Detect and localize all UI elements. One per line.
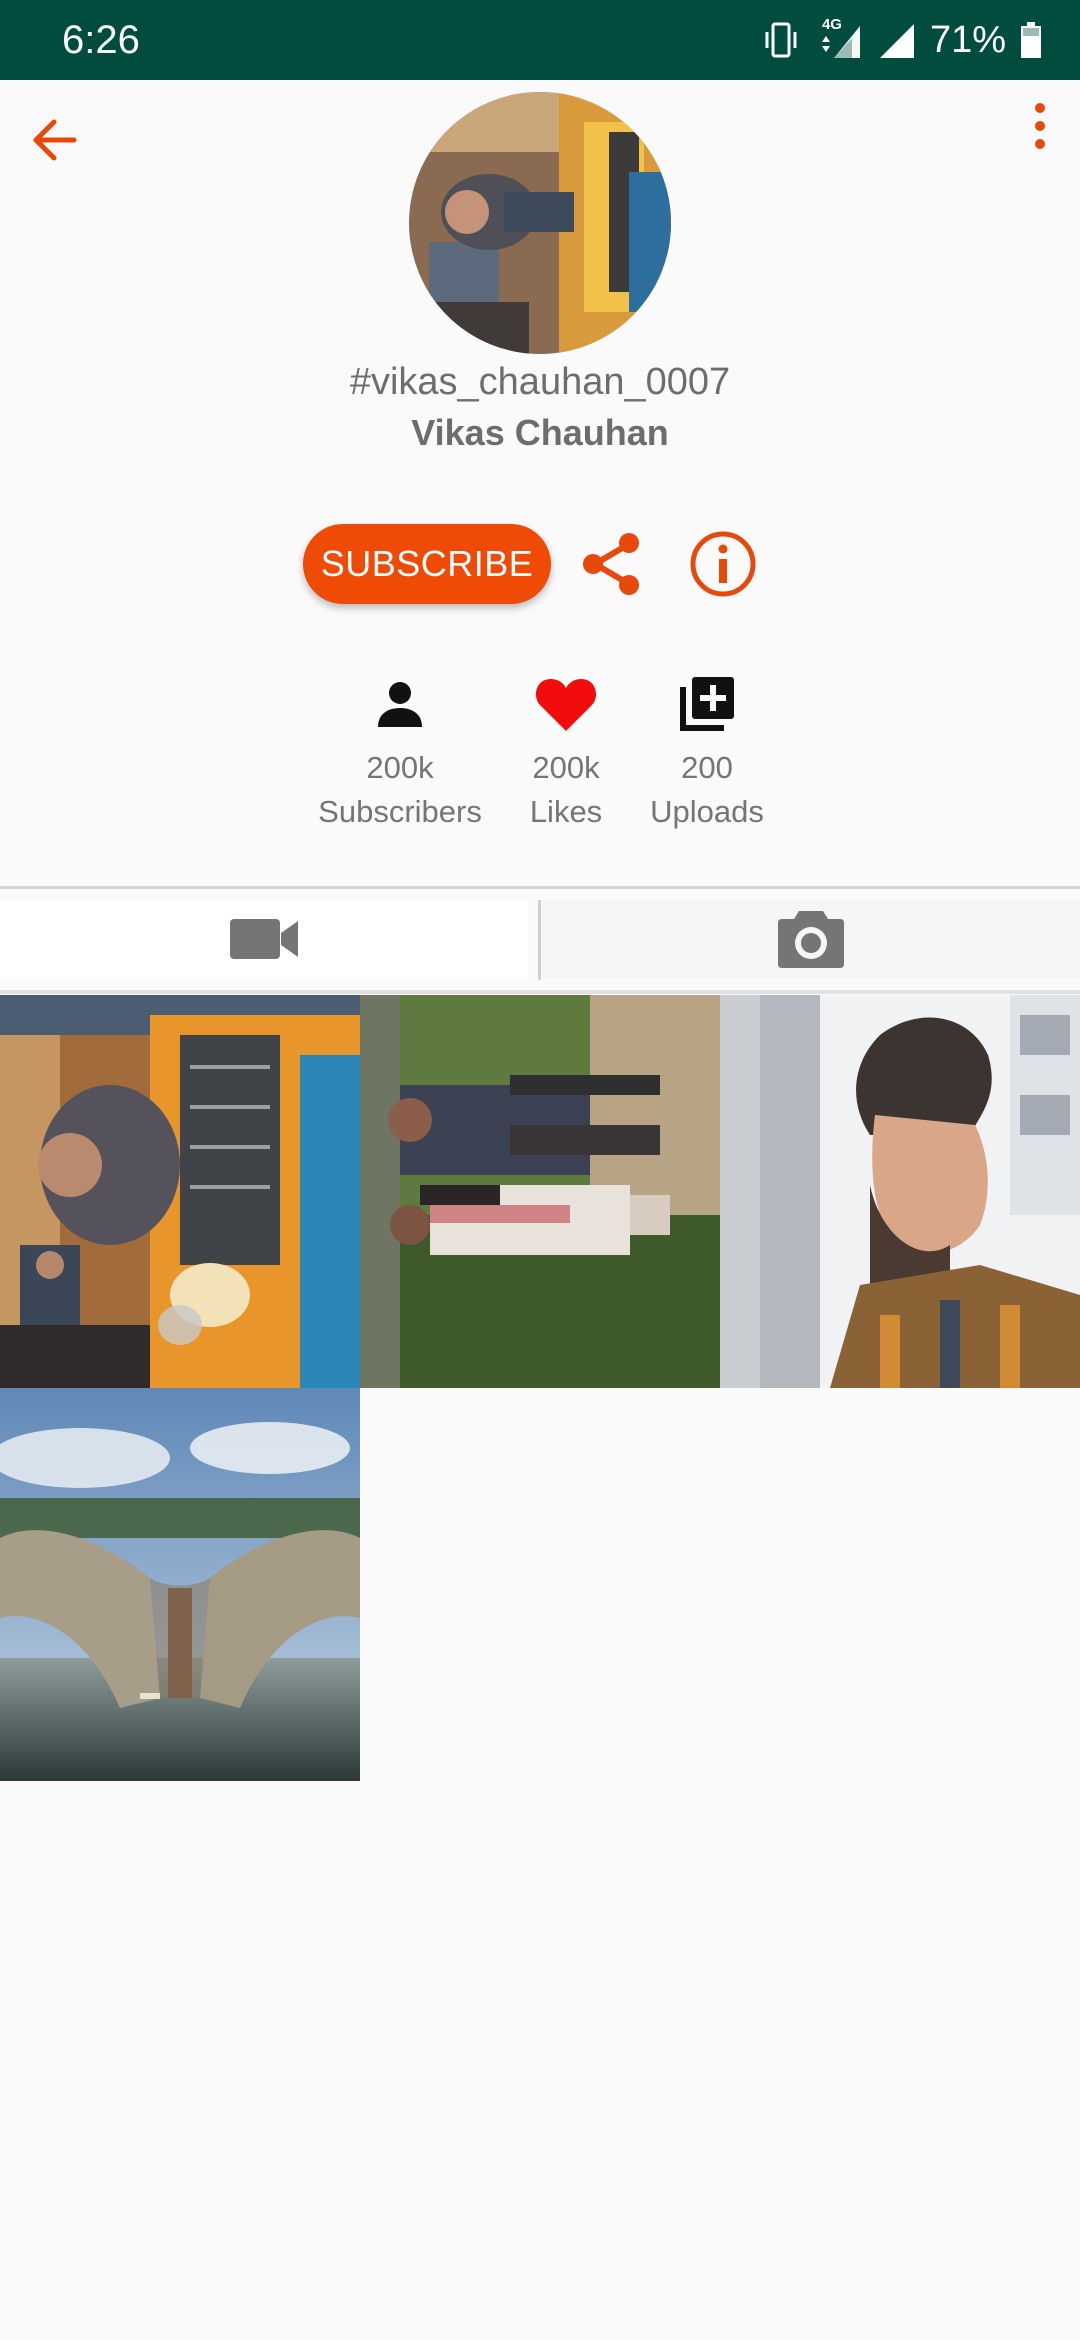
likes-label: Likes bbox=[529, 794, 603, 829]
share-button[interactable] bbox=[576, 528, 648, 600]
subscribe-button[interactable]: SUBSCRIBE bbox=[303, 524, 551, 604]
media-thumbnail[interactable] bbox=[720, 995, 1080, 1388]
tab-divider bbox=[538, 900, 541, 980]
media-thumbnail[interactable] bbox=[360, 995, 720, 1388]
uploads-count: 200 bbox=[681, 750, 733, 785]
videocam-icon bbox=[229, 917, 299, 961]
likes-count: 200k bbox=[532, 750, 600, 785]
uploads-label: Uploads bbox=[650, 794, 764, 829]
arrow-left-icon bbox=[30, 118, 78, 162]
tabs-top-divider bbox=[0, 886, 1080, 889]
status-icons: 4G 71% bbox=[764, 14, 1042, 66]
subscribers-label: Subscribers bbox=[318, 794, 482, 829]
subscribers-count: 200k bbox=[366, 750, 434, 785]
tabs-bottom-divider bbox=[0, 990, 1080, 994]
tab-photos[interactable] bbox=[542, 900, 1080, 978]
avatar[interactable] bbox=[409, 92, 671, 354]
overflow-menu-button[interactable] bbox=[1020, 96, 1060, 156]
tab-videos[interactable] bbox=[0, 900, 528, 978]
media-thumbnail[interactable] bbox=[0, 995, 360, 1388]
stat-subscribers: 200k Subscribers bbox=[300, 668, 500, 834]
info-button[interactable] bbox=[687, 528, 759, 600]
person-icon bbox=[375, 679, 425, 729]
battery-icon bbox=[1020, 20, 1042, 60]
profile-screen: 6:26 4G 71% #vikas_chauhan_0007 Vikas Ch… bbox=[0, 0, 1080, 2340]
heart-icon bbox=[534, 675, 598, 733]
profile-handle: #vikas_chauhan_0007 bbox=[349, 361, 731, 403]
vibrate-icon bbox=[764, 20, 798, 60]
mobile-data-signal-icon: 4G bbox=[812, 16, 862, 60]
camera-icon bbox=[777, 909, 845, 969]
stat-uploads: 200 Uploads bbox=[632, 668, 782, 834]
network-type-label: 4G bbox=[821, 16, 842, 33]
back-button[interactable] bbox=[20, 108, 88, 172]
add-library-icon bbox=[678, 675, 736, 733]
signal-icon bbox=[876, 20, 916, 60]
status-bar: 6:26 4G 71% bbox=[0, 0, 1080, 80]
battery-percent: 71% bbox=[929, 19, 1006, 61]
info-icon bbox=[689, 530, 757, 598]
profile-display-name: Vikas Chauhan bbox=[411, 412, 669, 453]
more-vert-icon bbox=[1033, 101, 1047, 151]
share-icon bbox=[579, 531, 645, 597]
stat-likes: 200k Likes bbox=[500, 668, 632, 834]
status-time: 6:26 bbox=[62, 18, 140, 62]
media-thumbnail[interactable] bbox=[0, 1388, 360, 1781]
